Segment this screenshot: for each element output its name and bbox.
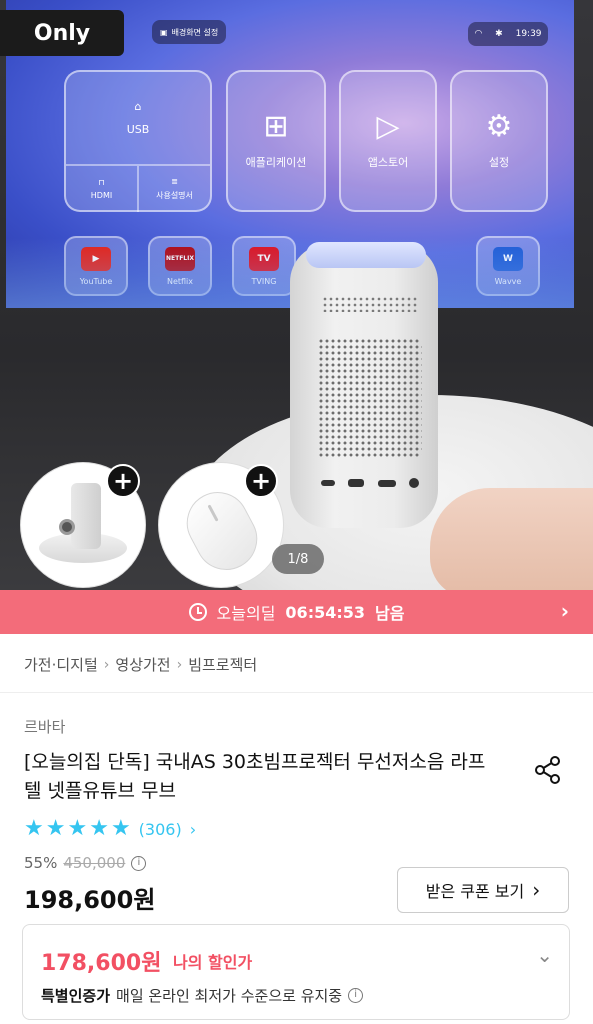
add-mouse-button[interactable]: + xyxy=(244,464,278,498)
breadcrumb: 가전·디지털 › 영상가전 › 빔프로젝터 xyxy=(24,654,257,675)
star-icon: ★ xyxy=(67,816,88,841)
appstore-tile: ▷ 앱스토어 xyxy=(339,70,437,212)
projector-lens-top xyxy=(306,242,426,268)
chevron-down-icon[interactable]: ⌄ xyxy=(536,943,553,967)
certified-description: 매일 온라인 최저가 수준으로 유지중 xyxy=(116,987,343,1005)
sale-price: 198,600원 xyxy=(24,886,156,914)
manual-label: 사용설명서 xyxy=(156,191,193,200)
apps-label: 애플리케이션 xyxy=(245,156,307,169)
grid-icon: ⊞ xyxy=(263,109,289,144)
app-tving: TV TVING xyxy=(232,236,296,296)
status-bar: ◠ ✱ 19:39 xyxy=(468,22,548,46)
tving-icon: TV xyxy=(249,246,279,271)
star-icon: ★ xyxy=(89,816,109,841)
my-discount-label: 나의 할인가 xyxy=(173,953,253,972)
coupon-button-label: 받은 쿠폰 보기 xyxy=(425,882,525,901)
chevron-right-icon: › xyxy=(560,599,569,623)
projector-vent xyxy=(322,296,418,312)
document-icon: ≣ xyxy=(171,177,178,186)
share-icon[interactable] xyxy=(532,754,564,786)
usb-tile: ⌂ USB ⊓ HDMI ≣ 사용설명서 xyxy=(64,70,212,212)
power-port xyxy=(409,478,420,488)
discount-line: 55% 450,000 i xyxy=(24,854,147,872)
apps-tile: ⊞ 애플리케이션 xyxy=(226,70,326,212)
youtube-icon: ▶ xyxy=(81,246,111,271)
info-icon[interactable]: i xyxy=(131,855,147,871)
certified-label: 특별인증가 xyxy=(41,987,111,1005)
stand-lens xyxy=(59,519,75,535)
app-wavve: W Wavve xyxy=(476,236,540,296)
usb-icon: ⌂ xyxy=(134,100,142,113)
deal-label: 오늘의딜 xyxy=(216,604,276,623)
review-count[interactable]: (306) xyxy=(139,820,182,839)
breadcrumb-item-appliances[interactable]: 가전·디지털 xyxy=(24,654,98,675)
product-image-carousel[interactable]: ▣ 배경화면 설정 ◠ ✱ 19:39 ⌂ USB ⊓ HDMI ≣ 사용설명서 xyxy=(0,0,593,590)
chevron-right-icon: › xyxy=(176,656,183,673)
info-icon[interactable]: i xyxy=(348,988,364,1003)
app-label: TVING xyxy=(251,276,277,286)
star-icon: ★ xyxy=(24,816,44,841)
only-badge: Only xyxy=(0,10,124,56)
netflix-icon: NETFLIX xyxy=(165,246,195,271)
deal-countdown: 06:54:53 xyxy=(285,602,366,622)
gear-icon: ⚙ xyxy=(485,109,513,144)
image-icon: ▣ xyxy=(160,27,168,37)
play-store-icon: ▷ xyxy=(376,109,400,144)
original-price: 450,000 xyxy=(63,854,126,872)
star-icon: ★ xyxy=(110,816,131,841)
app-netflix: NETFLIX Netflix xyxy=(148,236,212,296)
usb-port xyxy=(348,479,365,487)
my-discount-price: 178,600원 xyxy=(41,951,162,976)
add-stand-button[interactable]: + xyxy=(106,464,140,498)
wavve-icon: W xyxy=(493,246,523,271)
clock-icon xyxy=(188,603,207,621)
wallpaper-setting-label: 배경화면 설정 xyxy=(171,27,219,37)
hdmi-icon: ⊓ xyxy=(98,178,105,187)
app-youtube: ▶ YouTube xyxy=(64,236,128,296)
settings-tile: ⚙ 설정 xyxy=(450,70,548,212)
image-pager: 1/8 xyxy=(272,544,324,574)
manual-tile: ≣ 사용설명서 xyxy=(139,166,210,212)
wifi-icon: ◠ xyxy=(474,29,483,39)
hdmi-port xyxy=(377,479,396,487)
deal-suffix: 남음 xyxy=(375,604,405,623)
product-title: [오늘의집 단독] 국내AS 30초빔프로젝터 무선저소음 라프텔 넷플유튜브 … xyxy=(24,751,486,802)
usb-c-port xyxy=(320,480,335,486)
chevron-right-icon: › xyxy=(532,878,541,902)
clock-text: 19:39 xyxy=(515,29,542,39)
appstore-label: 앱스토어 xyxy=(367,156,409,169)
my-discount-price-box[interactable]: 178,600원 나의 할인가 ⌄ 특별인증가 매일 온라인 최저가 수준으로 … xyxy=(22,924,570,1020)
hdmi-label: HDMI xyxy=(90,191,113,200)
divider xyxy=(0,692,593,693)
star-icon: ★ xyxy=(45,816,66,841)
chevron-right-icon: › xyxy=(189,819,197,839)
settings-label: 설정 xyxy=(488,156,510,169)
today-deal-bar[interactable]: 오늘의딜 06:54:53 남음 › xyxy=(0,590,593,634)
stand-arm xyxy=(71,483,101,549)
app-label: Wavve xyxy=(494,276,522,286)
usb-label: USB xyxy=(126,123,150,136)
app-label: Netflix xyxy=(166,276,194,286)
projector-ports xyxy=(314,472,426,494)
hdmi-tile: ⊓ HDMI xyxy=(66,166,139,212)
app-label: YouTube xyxy=(79,276,113,286)
hand xyxy=(430,488,593,590)
rating-summary[interactable]: ★ ★ ★ ★ ★ (306) › xyxy=(24,818,196,840)
projector-speaker-grille xyxy=(318,338,422,458)
breadcrumb-item-video[interactable]: 영상가전 xyxy=(115,654,170,675)
brand-name[interactable]: 르바타 xyxy=(24,716,65,737)
certified-price-line: 특별인증가 매일 온라인 최저가 수준으로 유지중 i xyxy=(41,985,364,1006)
chevron-right-icon: › xyxy=(103,656,110,673)
view-coupon-button[interactable]: 받은 쿠폰 보기 › xyxy=(397,867,569,913)
wallpaper-setting-button: ▣ 배경화면 설정 xyxy=(152,20,227,44)
bluetooth-icon: ✱ xyxy=(495,29,503,39)
discount-rate: 55% xyxy=(24,854,58,872)
breadcrumb-item-projector[interactable]: 빔프로젝터 xyxy=(188,654,257,675)
